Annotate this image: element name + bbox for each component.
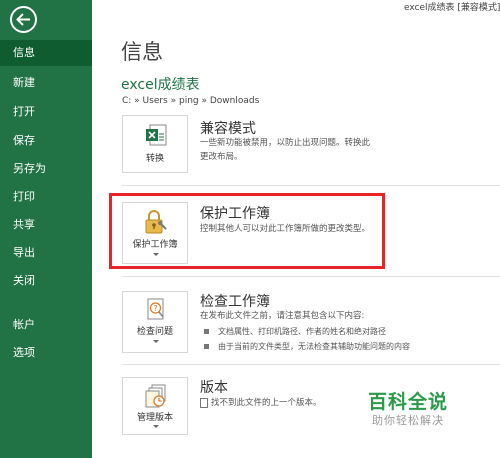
dropdown-arrow-icon (153, 340, 159, 343)
document-icon (200, 397, 208, 408)
manage-versions-button[interactable]: 管理版本 (122, 377, 188, 435)
sidebar-item-share[interactable]: 共享 (0, 212, 92, 238)
sidebar-item-save-as[interactable]: 另存为 (0, 156, 92, 182)
inspect-workbook-button[interactable]: ? 检查问题 (122, 291, 188, 353)
document-name: excel成绩表 (121, 77, 200, 93)
convert-label: 转换 (145, 154, 164, 164)
divider (122, 185, 500, 186)
inspect-document-icon: ? (147, 298, 164, 320)
inspect-workbook-title: 检查工作簿 (200, 294, 270, 310)
sidebar-item-export[interactable]: 导出 (0, 240, 92, 266)
excel-convert-icon (146, 124, 167, 146)
inspect-bullet: 文档属性、打印机路径、作者的姓名和绝对路径 (204, 326, 386, 337)
sidebar-item-info[interactable]: 信息 (0, 40, 92, 66)
highlight-box (109, 193, 385, 269)
page-title: 信息 (121, 40, 163, 64)
divider (122, 276, 500, 277)
sidebar-item-account[interactable]: 帐户 (0, 312, 92, 338)
sidebar-item-new[interactable]: 新建 (0, 70, 92, 96)
document-path[interactable]: C: » Users » ping » Downloads (122, 96, 259, 106)
dropdown-arrow-icon (153, 425, 159, 428)
versions-icon (145, 384, 166, 408)
compat-mode-desc-line1: 一些新功能被禁用，以防止出现问题。转换此 (200, 138, 371, 148)
sidebar-item-options[interactable]: 选项 (0, 340, 92, 366)
versions-desc-text: 找不到此文件的上一个版本。 (211, 398, 322, 408)
back-arrow-button[interactable] (10, 6, 37, 33)
inspect-workbook-tile-label: 检查问题 (136, 327, 173, 337)
sidebar-item-save[interactable]: 保存 (0, 128, 92, 154)
watermark-title: 百科全说 (368, 391, 449, 413)
compat-mode-title: 兼容模式 (200, 121, 256, 137)
inspect-bullet-text: 文档属性、打印机路径、作者的姓名和绝对路径 (218, 327, 386, 336)
sidebar-item-close[interactable]: 关闭 (0, 268, 92, 294)
back-arrow-icon (16, 13, 30, 26)
inspect-workbook-desc: 在发布此文件之前，请注意其包含以下内容: (200, 311, 365, 321)
versions-title: 版本 (200, 380, 228, 396)
compat-mode-desc-line2: 更改布局。 (200, 152, 243, 162)
svg-text:?: ? (153, 304, 157, 313)
watermark-subtitle: 助你轻松解决 (372, 414, 444, 427)
sidebar-item-open[interactable]: 打开 (0, 99, 92, 125)
window-title: excel成绩表 [兼容模式] (404, 3, 500, 13)
sidebar-item-print[interactable]: 打印 (0, 184, 92, 210)
manage-versions-tile-label: 管理版本 (136, 413, 173, 423)
inspect-bullet-text: 由于当前的文件类型，无法检查其辅助功能问题的内容 (218, 342, 410, 351)
bullet-icon (204, 344, 209, 349)
backstage-sidebar: 信息 新建 打开 保存 另存为 打印 共享 导出 关闭 帐户 选项 (0, 0, 92, 458)
bullet-icon (204, 329, 209, 334)
inspect-bullet: 由于当前的文件类型，无法检查其辅助功能问题的内容 (204, 341, 410, 352)
versions-desc: 找不到此文件的上一个版本。 (200, 396, 322, 411)
convert-button[interactable]: 转换 (122, 115, 188, 173)
divider (122, 364, 500, 365)
